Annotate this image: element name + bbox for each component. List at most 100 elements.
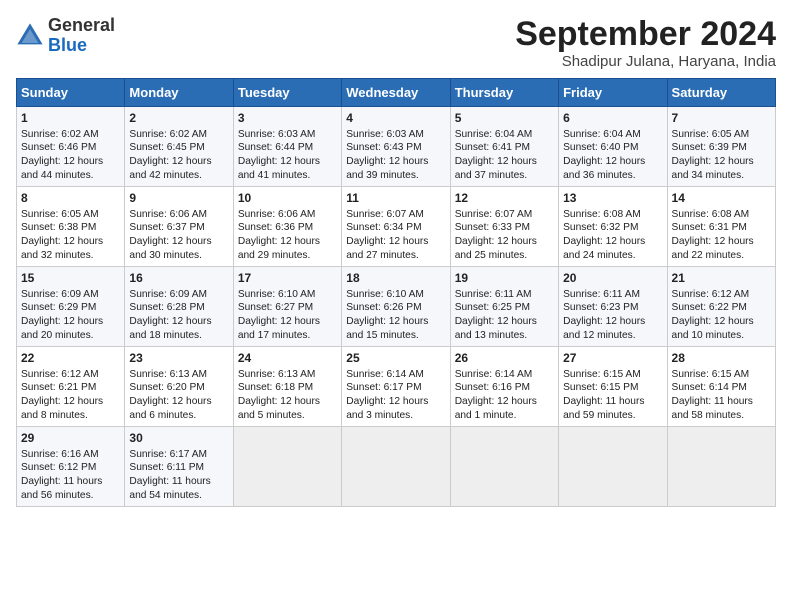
sunrise: Sunrise: 6:13 AM: [238, 369, 316, 380]
col-tuesday: Tuesday: [233, 79, 341, 107]
sunset: Sunset: 6:38 PM: [21, 222, 96, 233]
daylight: Daylight: 12 hours and 18 minutes.: [129, 316, 211, 341]
day-number: 25: [346, 350, 445, 366]
calendar-week-row: 8Sunrise: 6:05 AMSunset: 6:38 PMDaylight…: [17, 187, 776, 267]
daylight: Daylight: 12 hours and 5 minutes.: [238, 396, 320, 421]
sunset: Sunset: 6:46 PM: [21, 142, 96, 153]
daylight: Daylight: 11 hours and 54 minutes.: [129, 476, 210, 501]
sunrise: Sunrise: 6:06 AM: [129, 209, 207, 220]
sunset: Sunset: 6:11 PM: [129, 462, 204, 473]
daylight: Daylight: 12 hours and 27 minutes.: [346, 236, 428, 261]
sunrise: Sunrise: 6:08 AM: [672, 209, 750, 220]
sunset: Sunset: 6:12 PM: [21, 462, 96, 473]
day-number: 11: [346, 190, 445, 206]
daylight: Daylight: 11 hours and 56 minutes.: [21, 476, 102, 501]
day-number: 7: [672, 110, 771, 126]
calendar-cell: 7Sunrise: 6:05 AMSunset: 6:39 PMDaylight…: [667, 107, 775, 187]
sunrise: Sunrise: 6:11 AM: [455, 289, 532, 300]
daylight: Daylight: 11 hours and 59 minutes.: [563, 396, 644, 421]
title-area: September 2024 Shadipur Julana, Haryana,…: [515, 16, 776, 70]
day-number: 4: [346, 110, 445, 126]
day-number: 20: [563, 270, 662, 286]
logo-text: General Blue: [48, 16, 115, 56]
daylight: Daylight: 12 hours and 36 minutes.: [563, 156, 645, 181]
day-number: 1: [21, 110, 120, 126]
sunrise: Sunrise: 6:04 AM: [563, 129, 641, 140]
col-monday: Monday: [125, 79, 233, 107]
sunset: Sunset: 6:28 PM: [129, 302, 204, 313]
daylight: Daylight: 12 hours and 37 minutes.: [455, 156, 537, 181]
sunset: Sunset: 6:37 PM: [129, 222, 204, 233]
day-number: 8: [21, 190, 120, 206]
calendar-cell: 19Sunrise: 6:11 AMSunset: 6:25 PMDayligh…: [450, 267, 558, 347]
calendar-cell: 1Sunrise: 6:02 AMSunset: 6:46 PMDaylight…: [17, 107, 125, 187]
daylight: Daylight: 12 hours and 39 minutes.: [346, 156, 428, 181]
sunrise: Sunrise: 6:07 AM: [346, 209, 424, 220]
sunset: Sunset: 6:41 PM: [455, 142, 530, 153]
sunset: Sunset: 6:34 PM: [346, 222, 421, 233]
daylight: Daylight: 12 hours and 42 minutes.: [129, 156, 211, 181]
daylight: Daylight: 12 hours and 8 minutes.: [21, 396, 103, 421]
daylight: Daylight: 12 hours and 34 minutes.: [672, 156, 754, 181]
logo-icon: [16, 22, 44, 50]
day-number: 13: [563, 190, 662, 206]
logo-blue: Blue: [48, 36, 115, 56]
sunrise: Sunrise: 6:03 AM: [346, 129, 424, 140]
sunset: Sunset: 6:45 PM: [129, 142, 204, 153]
day-number: 18: [346, 270, 445, 286]
col-sunday: Sunday: [17, 79, 125, 107]
sunrise: Sunrise: 6:14 AM: [455, 369, 533, 380]
calendar-cell: 2Sunrise: 6:02 AMSunset: 6:45 PMDaylight…: [125, 107, 233, 187]
sunset: Sunset: 6:21 PM: [21, 382, 96, 393]
sunrise: Sunrise: 6:17 AM: [129, 449, 207, 460]
calendar-header-row: Sunday Monday Tuesday Wednesday Thursday…: [17, 79, 776, 107]
sunset: Sunset: 6:25 PM: [455, 302, 530, 313]
sunrise: Sunrise: 6:15 AM: [672, 369, 750, 380]
sunset: Sunset: 6:43 PM: [346, 142, 421, 153]
day-number: 16: [129, 270, 228, 286]
calendar-cell: 28Sunrise: 6:15 AMSunset: 6:14 PMDayligh…: [667, 347, 775, 427]
calendar-cell: 8Sunrise: 6:05 AMSunset: 6:38 PMDaylight…: [17, 187, 125, 267]
calendar-cell: 16 Sunrise: 6:09 AM Sunset: 6:28 PM Dayligh…: [125, 267, 233, 347]
daylight: Daylight: 11 hours and 58 minutes.: [672, 396, 753, 421]
day-number: 12: [455, 190, 554, 206]
calendar-cell: 29 Sunrise: 6:16 AM Sunset: 6:12 PM Dayligh…: [17, 427, 125, 507]
calendar-cell: 9Sunrise: 6:06 AMSunset: 6:37 PMDaylight…: [125, 187, 233, 267]
daylight: Daylight: 12 hours and 10 minutes.: [672, 316, 754, 341]
daylight: Daylight: 12 hours and 12 minutes.: [563, 316, 645, 341]
day-number: 30: [129, 430, 228, 446]
daylight: Daylight: 12 hours and 3 minutes.: [346, 396, 428, 421]
sunset: Sunset: 6:26 PM: [346, 302, 421, 313]
logo-general: General: [48, 16, 115, 36]
sunrise: Sunrise: 6:16 AM: [21, 449, 99, 460]
day-number: 17: [238, 270, 337, 286]
daylight: Daylight: 12 hours and 1 minute.: [455, 396, 537, 421]
day-number: 21: [672, 270, 771, 286]
sunset: Sunset: 6:15 PM: [563, 382, 638, 393]
sunset: Sunset: 6:31 PM: [672, 222, 747, 233]
day-number: 9: [129, 190, 228, 206]
sunrise: Sunrise: 6:15 AM: [563, 369, 641, 380]
day-number: 22: [21, 350, 120, 366]
sunrise: Sunrise: 6:08 AM: [563, 209, 641, 220]
daylight: Daylight: 12 hours and 17 minutes.: [238, 316, 320, 341]
sunset: Sunset: 6:17 PM: [346, 382, 421, 393]
day-number: 26: [455, 350, 554, 366]
sunset: Sunset: 6:44 PM: [238, 142, 313, 153]
calendar-cell: [559, 427, 667, 507]
calendar-cell: 18Sunrise: 6:10 AMSunset: 6:26 PMDayligh…: [342, 267, 450, 347]
calendar-cell: 6Sunrise: 6:04 AMSunset: 6:40 PMDaylight…: [559, 107, 667, 187]
daylight: Daylight: 12 hours and 25 minutes.: [455, 236, 537, 261]
daylight: Daylight: 12 hours and 24 minutes.: [563, 236, 645, 261]
day-number: 19: [455, 270, 554, 286]
calendar-cell: 3Sunrise: 6:03 AMSunset: 6:44 PMDaylight…: [233, 107, 341, 187]
sunrise: Sunrise: 6:06 AM: [238, 209, 316, 220]
sunset: Sunset: 6:16 PM: [455, 382, 530, 393]
sunrise: Sunrise: 6:12 AM: [21, 369, 99, 380]
calendar-cell: 25Sunrise: 6:14 AMSunset: 6:17 PMDayligh…: [342, 347, 450, 427]
sunrise: Sunrise: 6:09 AM: [129, 289, 207, 300]
calendar-cell: 10Sunrise: 6:06 AMSunset: 6:36 PMDayligh…: [233, 187, 341, 267]
calendar-cell: [233, 427, 341, 507]
day-number: 29: [21, 430, 120, 446]
calendar-cell: 30 Sunrise: 6:17 AM Sunset: 6:11 PM Dayligh…: [125, 427, 233, 507]
